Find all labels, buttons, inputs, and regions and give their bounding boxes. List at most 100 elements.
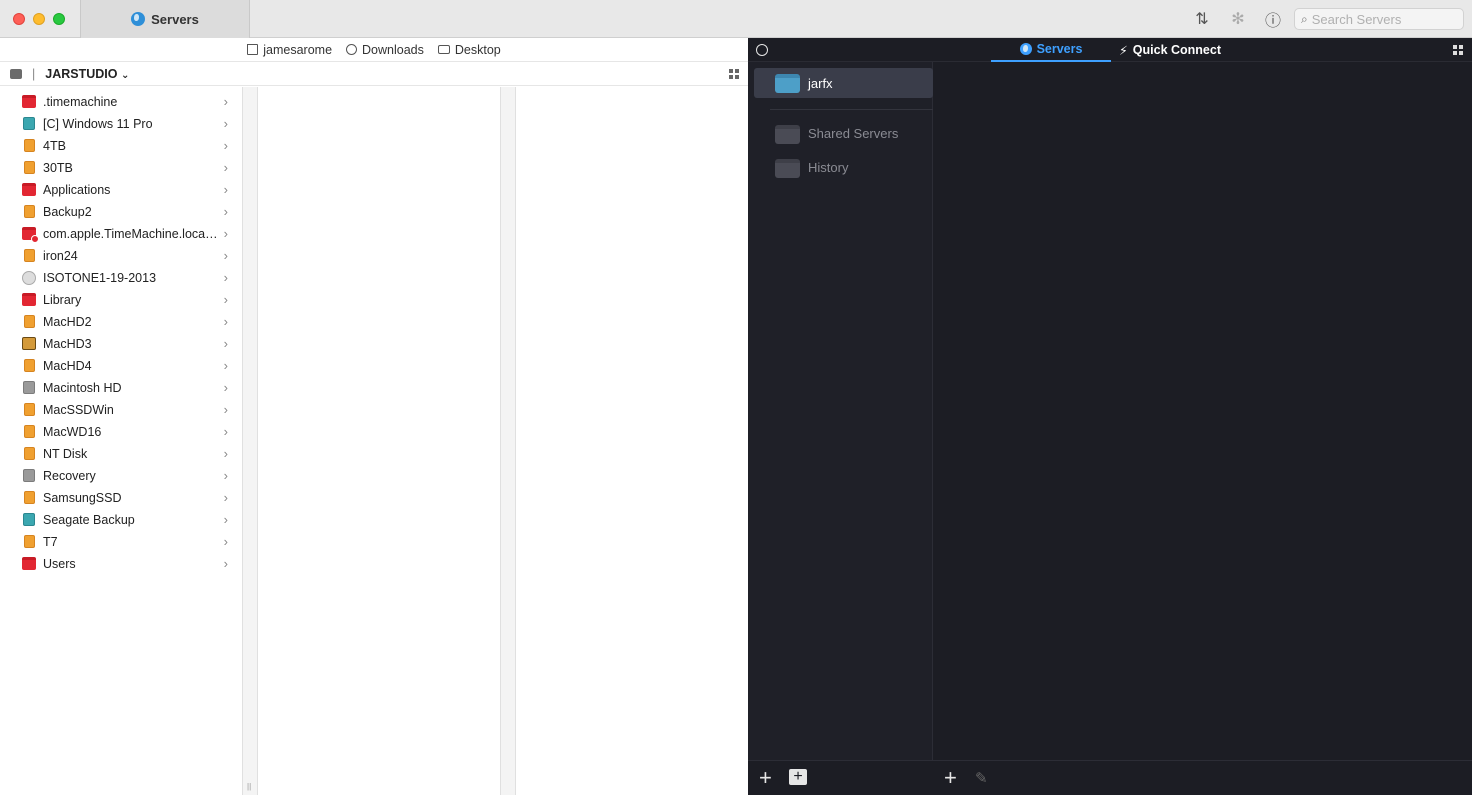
- desktop-icon: [437, 45, 450, 54]
- drive-icon: [24, 425, 35, 438]
- column-resize-handle[interactable]: ||: [247, 782, 251, 791]
- chevron-right-icon: ›: [223, 160, 228, 175]
- list-item-label: 4TB: [43, 139, 66, 153]
- drive-icon: [23, 117, 35, 130]
- drive-icon: [23, 381, 35, 394]
- list-item[interactable]: Library ›: [0, 289, 243, 311]
- edit-pencil-icon[interactable]: ✎: [975, 769, 988, 787]
- computer-icon: [10, 68, 22, 79]
- drive-icon: [22, 337, 36, 350]
- chevron-right-icon: ›: [223, 226, 228, 241]
- add-server-icon[interactable]: +: [759, 765, 772, 791]
- location-selector[interactable]: JARSTUDIO ⌄: [45, 67, 129, 81]
- list-item[interactable]: com.apple.TimeMachine.localsnapshots ›: [0, 223, 243, 245]
- drive-icon: [23, 469, 35, 482]
- close-window-button[interactable]: [13, 13, 25, 25]
- list-item[interactable]: Recovery ›: [0, 465, 243, 487]
- chevron-down-icon: ⌄: [120, 69, 130, 81]
- list-item[interactable]: iron24 ›: [0, 245, 243, 267]
- list-item[interactable]: Backup2 ›: [0, 201, 243, 223]
- list-item[interactable]: MacHD2 ›: [0, 311, 243, 333]
- chevron-right-icon: ›: [223, 446, 228, 461]
- chevron-right-icon: ›: [223, 314, 228, 329]
- list-item[interactable]: MacSSDWin ›: [0, 399, 243, 421]
- search-field[interactable]: ⌕: [1294, 8, 1464, 30]
- chevron-right-icon: ›: [223, 490, 228, 505]
- list-item-label: .timemachine: [43, 95, 118, 109]
- list-item-label: SamsungSSD: [43, 491, 122, 505]
- column-divider[interactable]: [243, 87, 258, 795]
- favorite-downloads-label: Downloads: [362, 42, 424, 57]
- tab-servers[interactable]: Servers: [991, 38, 1111, 62]
- list-item[interactable]: T7 ›: [0, 531, 243, 553]
- list-item[interactable]: [C] Windows 11 Pro ›: [0, 113, 243, 135]
- chevron-right-icon: ›: [223, 424, 228, 439]
- tab-quick-connect-label: Quick Connect: [1132, 43, 1221, 57]
- drive-icon: [24, 139, 35, 152]
- list-item[interactable]: MacWD16 ›: [0, 421, 243, 443]
- chevron-right-icon: ›: [223, 292, 228, 307]
- favorite-desktop-label: Desktop: [454, 42, 501, 57]
- local-browser-pane: jamesarome Downloads Desktop | JARSTUDIO…: [0, 38, 748, 795]
- list-item[interactable]: MacHD4 ›: [0, 355, 243, 377]
- sidebar-item-history[interactable]: History: [748, 156, 933, 182]
- chevron-right-icon: ›: [223, 512, 228, 527]
- server-item-jarfx[interactable]: jarfx: [754, 68, 933, 98]
- list-item-label: NT Disk: [43, 447, 88, 461]
- favorite-downloads[interactable]: Downloads: [346, 43, 424, 57]
- location-separator: |: [32, 66, 36, 81]
- tab-title: Servers: [151, 11, 199, 27]
- tab-quick-connect[interactable]: ⚡ Quick Connect: [1119, 38, 1221, 62]
- list-item[interactable]: Applications ›: [0, 179, 243, 201]
- activity-spinner-icon[interactable]: ✻: [1228, 9, 1248, 29]
- list-item-label: Macintosh HD: [43, 381, 122, 395]
- shared-folder-icon: [775, 125, 800, 144]
- view-mode-grid-icon[interactable]: [729, 69, 739, 79]
- drive-icon: [24, 535, 35, 548]
- view-mode-grid-icon[interactable]: [1453, 45, 1463, 55]
- drive-icon: [24, 491, 35, 504]
- favorite-desktop[interactable]: Desktop: [437, 42, 501, 57]
- list-item[interactable]: .timemachine ›: [0, 91, 243, 113]
- file-column-1: .timemachine › [C] Windows 11 Pro › 4TB › 30TB…: [0, 87, 243, 795]
- list-item-label: T7: [43, 535, 58, 549]
- list-item-label: 30TB: [43, 161, 73, 175]
- minimize-window-button[interactable]: [33, 13, 45, 25]
- window-tab-servers[interactable]: Servers: [80, 0, 250, 38]
- list-item-label: Backup2: [43, 205, 92, 219]
- new-folder-icon[interactable]: +: [789, 769, 807, 785]
- servers-sidebar: jarfx Shared Servers History: [748, 62, 933, 795]
- column-divider[interactable]: [501, 87, 516, 795]
- folder-icon: [22, 227, 39, 243]
- list-item[interactable]: SamsungSSD ›: [0, 487, 243, 509]
- list-item-label: com.apple.TimeMachine.localsnapshots: [43, 227, 219, 241]
- list-item-label: Recovery: [43, 469, 96, 483]
- list-item[interactable]: Seagate Backup ›: [0, 509, 243, 531]
- chevron-right-icon: ›: [223, 380, 228, 395]
- chevron-right-icon: ›: [223, 204, 228, 219]
- lightning-icon: ⚡: [1119, 43, 1128, 58]
- search-input[interactable]: [1311, 11, 1452, 27]
- add-icon[interactable]: +: [944, 765, 957, 791]
- folder-icon: [22, 95, 36, 108]
- transfer-arrows-icon[interactable]: ⇅: [1192, 9, 1212, 29]
- drive-icon: [23, 513, 35, 526]
- list-item[interactable]: Users ›: [0, 553, 243, 575]
- globe-icon[interactable]: [756, 44, 768, 56]
- list-item-label: Users: [43, 557, 76, 571]
- history-folder-icon: [775, 159, 800, 178]
- list-item[interactable]: 30TB ›: [0, 157, 243, 179]
- servers-header: Servers ⚡ Quick Connect: [748, 38, 1472, 62]
- chevron-right-icon: ›: [223, 248, 228, 263]
- list-item[interactable]: MacHD3 ›: [0, 333, 243, 355]
- favorite-home[interactable]: jamesarome: [247, 43, 332, 57]
- info-icon[interactable]: ⓘ: [1263, 9, 1283, 30]
- list-item[interactable]: 4TB ›: [0, 135, 243, 157]
- list-item-label: MacHD4: [43, 359, 92, 373]
- zoom-window-button[interactable]: [53, 13, 65, 25]
- chevron-right-icon: ›: [223, 534, 228, 549]
- list-item[interactable]: NT Disk ›: [0, 443, 243, 465]
- sidebar-item-shared-servers[interactable]: Shared Servers: [748, 122, 933, 148]
- list-item[interactable]: ISOTONE1-19-2013 ›: [0, 267, 243, 289]
- list-item[interactable]: Macintosh HD ›: [0, 377, 243, 399]
